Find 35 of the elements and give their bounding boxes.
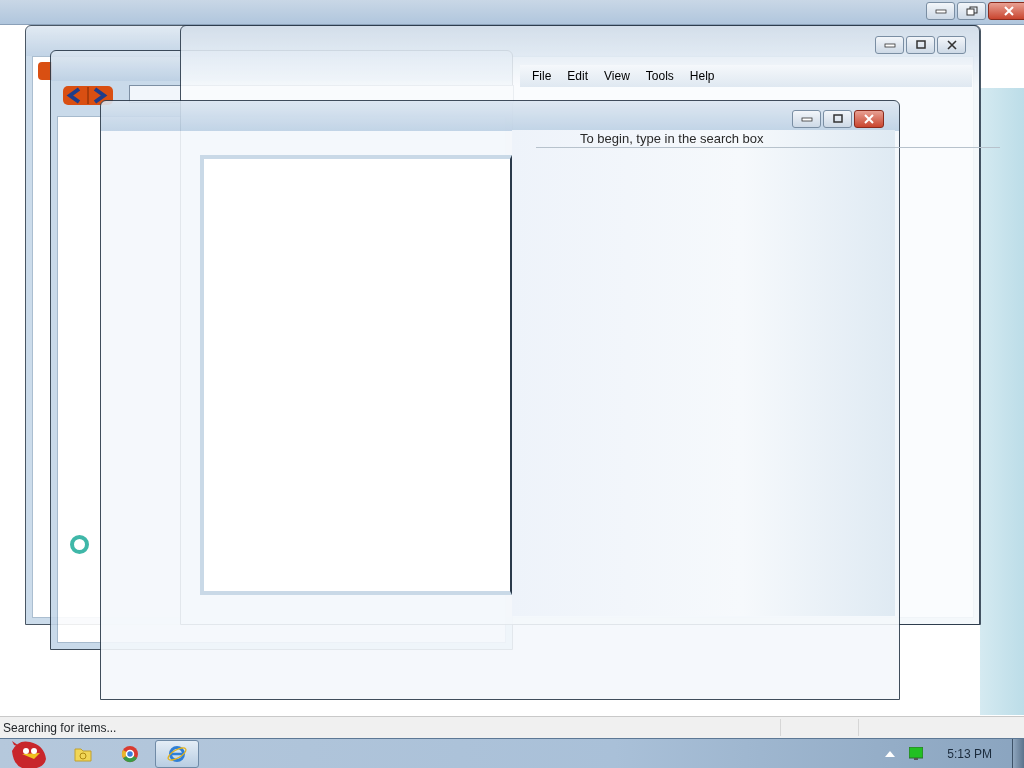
folder-icon [74,745,92,762]
hint-text: To begin, type in the search box [580,130,764,148]
close-icon [945,40,958,50]
maximize-button[interactable] [906,36,935,54]
maximize-icon [914,40,927,50]
taskbar-button[interactable] [155,739,199,768]
browser-icon [167,744,187,763]
restore-button[interactable] [957,2,986,20]
close-button[interactable] [854,110,884,128]
show-desktop-button[interactable] [1012,738,1024,768]
menu-item[interactable]: File [524,67,560,85]
navigation-buttons-icon[interactable] [63,86,113,105]
close-button[interactable] [988,2,1024,20]
minimize-icon [800,116,813,122]
clock[interactable]: 5:13 PM [947,744,992,763]
restore-icon [965,6,978,16]
maximize-button[interactable] [823,110,852,128]
maximize-icon [831,114,844,124]
menu-item[interactable]: View [596,67,638,85]
loading-spinner-icon [69,534,90,555]
close-button[interactable] [937,36,966,54]
menu-item[interactable]: Edit [559,67,597,85]
status-text: Searching for items... [2,719,117,737]
minimize-icon [934,8,947,14]
browser-icon [121,744,139,763]
minimize-button[interactable] [792,110,821,128]
close-icon [1003,6,1015,16]
chevron-up-icon[interactable] [885,750,896,757]
close-icon [863,114,875,124]
minimize-button[interactable] [926,2,955,20]
menu-item[interactable]: Tools [637,67,682,85]
monitor-icon[interactable] [909,747,924,760]
menu-item[interactable]: Help [681,67,723,85]
minimize-button[interactable] [875,36,904,54]
minimize-icon [883,42,896,48]
